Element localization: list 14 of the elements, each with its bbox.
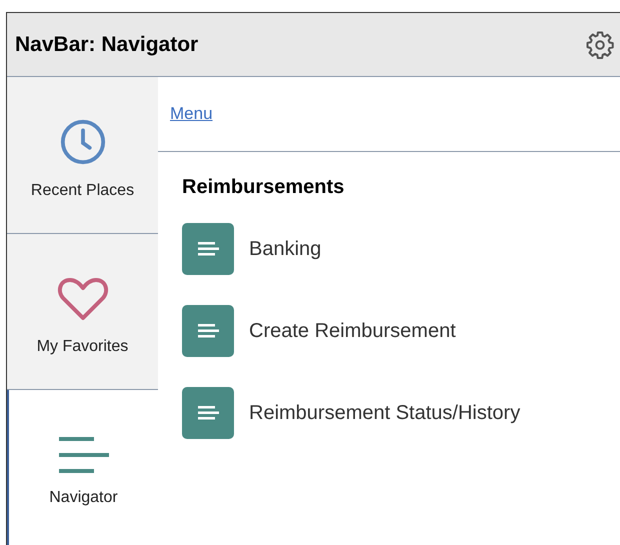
section-heading: Reimbursements <box>182 176 346 199</box>
clock-icon <box>58 118 106 166</box>
sidebar-tab[interactable]: Navigator <box>7 390 158 545</box>
settings-icon[interactable] <box>585 30 615 60</box>
document-icon[interactable] <box>182 387 234 439</box>
menu-icon <box>58 437 108 474</box>
menu-link[interactable]: Menu <box>170 104 213 124</box>
document-icon[interactable] <box>182 305 234 357</box>
menu-item-link[interactable]: Banking <box>249 238 322 260</box>
menu-item-link[interactable]: Create Reimbursement <box>249 320 456 342</box>
menu-item-link[interactable]: Reimbursement Status/History <box>249 402 520 424</box>
heart-icon <box>56 276 108 322</box>
window-title: NavBar: Navigator <box>15 32 198 56</box>
document-icon[interactable] <box>182 223 234 275</box>
